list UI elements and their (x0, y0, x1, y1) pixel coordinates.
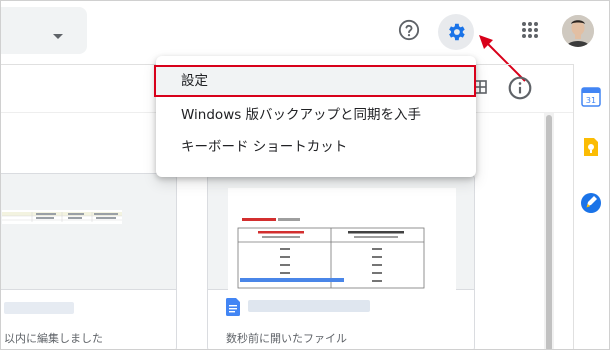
file-activity-text: 数秒前に開いたファイル (226, 332, 347, 345)
menu-item-settings[interactable]: 設定 (154, 65, 476, 97)
document-preview (228, 188, 456, 290)
file-thumbnail (1, 174, 176, 290)
google-docs-icon (226, 298, 240, 316)
keep-icon[interactable] (580, 136, 602, 158)
side-panel: 31 (573, 64, 609, 349)
search-bar[interactable] (1, 7, 87, 54)
spreadsheet-preview (2, 210, 122, 224)
search-options-caret-icon[interactable] (53, 34, 63, 39)
file-card[interactable]: 以内に編集しました (1, 173, 177, 349)
scrollbar-thumb[interactable] (546, 115, 552, 349)
selection-highlight (240, 278, 344, 282)
calendar-icon[interactable]: 31 (580, 86, 602, 108)
gear-icon (449, 23, 465, 41)
svg-text:31: 31 (586, 96, 596, 105)
file-activity-text: 以内に編集しました (4, 332, 103, 345)
app-window: 以内に編集しました 数秒前に開いたファイル 31 設定 Windows 版バック… (0, 0, 610, 350)
help-icon (398, 19, 420, 41)
file-thumbnail (208, 174, 474, 290)
file-name-redacted (248, 300, 370, 312)
apps-grid-icon (522, 22, 538, 38)
user-photo (562, 15, 594, 47)
menu-item-get-backup-sync[interactable]: Windows 版バックアップと同期を入手 (156, 99, 476, 131)
details-button[interactable] (507, 75, 533, 101)
apps-button[interactable] (514, 14, 546, 46)
tasks-icon[interactable] (580, 192, 602, 214)
help-button[interactable] (393, 14, 425, 46)
menu-item-keyboard-shortcuts[interactable]: キーボード ショートカット (156, 131, 476, 163)
settings-menu: 設定 Windows 版バックアップと同期を入手 キーボード ショートカット (154, 56, 476, 177)
settings-button[interactable] (438, 14, 474, 50)
file-name-redacted (4, 302, 74, 314)
document-preview-content (237, 218, 425, 289)
info-icon (508, 76, 532, 100)
file-card[interactable]: 数秒前に開いたファイル (207, 173, 475, 349)
avatar[interactable] (562, 15, 594, 47)
